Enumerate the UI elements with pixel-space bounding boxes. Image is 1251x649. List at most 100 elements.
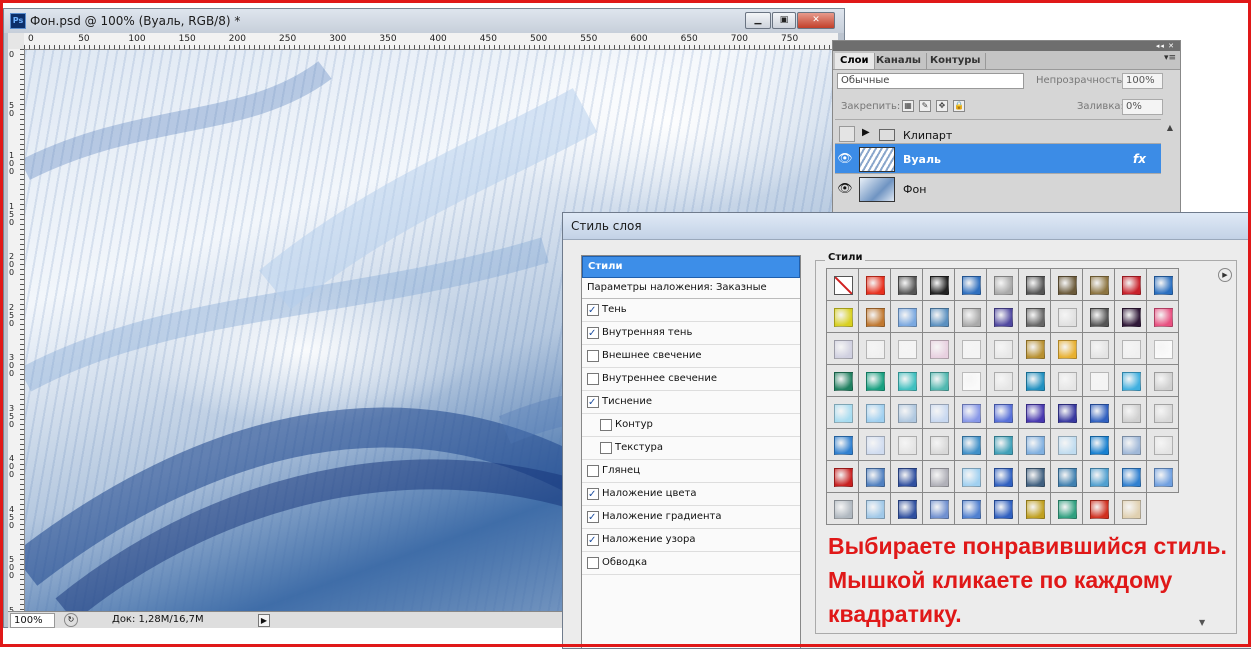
style-swatch[interactable] xyxy=(922,460,955,493)
style-swatch[interactable] xyxy=(1146,332,1179,365)
style-swatch[interactable] xyxy=(954,396,987,429)
style-swatch[interactable] xyxy=(1114,396,1147,429)
style-swatch[interactable] xyxy=(1018,460,1051,493)
style-option[interactable]: Тень xyxy=(582,299,800,322)
style-swatch[interactable] xyxy=(1050,268,1083,301)
layer-row-background[interactable]: 👁 Фон xyxy=(835,173,1161,204)
style-swatch[interactable] xyxy=(1146,364,1179,397)
style-swatch[interactable] xyxy=(922,300,955,333)
style-option[interactable]: Глянец xyxy=(582,460,800,483)
style-option[interactable]: Внешнее свечение xyxy=(582,345,800,368)
style-option[interactable]: Текстура xyxy=(582,437,800,460)
style-swatch[interactable] xyxy=(890,396,923,429)
style-swatch[interactable] xyxy=(1018,492,1051,525)
style-swatch[interactable] xyxy=(890,492,923,525)
style-option-checkbox[interactable] xyxy=(587,484,599,506)
style-swatch[interactable] xyxy=(826,268,859,301)
style-swatch[interactable] xyxy=(986,396,1019,429)
style-option[interactable]: Наложение цвета xyxy=(582,483,800,506)
vertical-ruler[interactable]: 0 5 0 1 0 0 1 5 0 2 0 0 2 5 0 3 0 0 3 5 0 4 0 0 4… xyxy=(8,49,25,614)
style-swatch[interactable] xyxy=(954,268,987,301)
style-swatch[interactable] xyxy=(858,460,891,493)
style-swatch[interactable] xyxy=(1114,492,1147,525)
style-swatch[interactable] xyxy=(986,492,1019,525)
style-swatch[interactable] xyxy=(858,364,891,397)
style-swatch[interactable] xyxy=(1050,300,1083,333)
style-option[interactable]: Внутренняя тень xyxy=(582,322,800,345)
style-swatch[interactable] xyxy=(826,364,859,397)
dialog-title[interactable]: Стиль слоя xyxy=(563,213,1251,240)
style-swatch[interactable] xyxy=(922,428,955,461)
style-swatch[interactable] xyxy=(826,428,859,461)
style-option-checkbox[interactable] xyxy=(587,373,599,385)
style-option[interactable]: Тиснение xyxy=(582,391,800,414)
style-swatch[interactable] xyxy=(954,332,987,365)
style-option-checkbox[interactable] xyxy=(587,350,599,362)
style-swatch[interactable] xyxy=(986,428,1019,461)
style-option[interactable]: Внутреннее свечение xyxy=(582,368,800,391)
style-swatch[interactable] xyxy=(954,428,987,461)
style-swatch[interactable] xyxy=(954,460,987,493)
style-swatch[interactable] xyxy=(1114,332,1147,365)
style-swatch[interactable] xyxy=(826,492,859,525)
style-swatch[interactable] xyxy=(922,268,955,301)
style-swatch[interactable] xyxy=(890,268,923,301)
style-swatch[interactable] xyxy=(1018,428,1051,461)
style-swatch[interactable] xyxy=(1018,396,1051,429)
style-option-checkbox[interactable] xyxy=(587,530,599,552)
style-option[interactable]: Наложение узора xyxy=(582,529,800,552)
style-swatch[interactable] xyxy=(1082,300,1115,333)
lock-transparency-icon[interactable]: ▦ xyxy=(902,100,914,112)
style-swatch[interactable] xyxy=(858,396,891,429)
style-swatch[interactable] xyxy=(922,332,955,365)
fill-field[interactable]: 0% xyxy=(1122,99,1163,115)
style-swatch[interactable] xyxy=(986,460,1019,493)
style-swatch[interactable] xyxy=(890,300,923,333)
style-option-checkbox[interactable] xyxy=(587,392,599,414)
ruler-corner[interactable] xyxy=(8,33,25,50)
style-swatch[interactable] xyxy=(1146,300,1179,333)
style-swatch[interactable] xyxy=(1082,268,1115,301)
lock-position-icon[interactable]: ✥ xyxy=(936,100,948,112)
style-swatch[interactable] xyxy=(826,300,859,333)
style-swatch[interactable] xyxy=(1050,332,1083,365)
style-swatch[interactable] xyxy=(858,492,891,525)
style-swatch[interactable] xyxy=(922,492,955,525)
style-swatch[interactable] xyxy=(1146,396,1179,429)
style-swatch[interactable] xyxy=(858,428,891,461)
style-swatch[interactable] xyxy=(1018,364,1051,397)
style-swatch[interactable] xyxy=(954,300,987,333)
style-swatch[interactable] xyxy=(1114,428,1147,461)
style-swatch[interactable] xyxy=(890,460,923,493)
style-swatch[interactable] xyxy=(986,364,1019,397)
style-option-checkbox[interactable] xyxy=(587,507,599,529)
style-swatch[interactable] xyxy=(986,268,1019,301)
lock-all-icon[interactable]: 🔒 xyxy=(953,100,965,112)
style-swatch[interactable] xyxy=(1018,300,1051,333)
panel-collapse-bar[interactable]: ◂◂ ✕ xyxy=(833,41,1180,51)
visibility-toggle[interactable] xyxy=(839,126,855,142)
style-option-checkbox[interactable] xyxy=(587,300,599,322)
style-swatch[interactable] xyxy=(1114,300,1147,333)
style-swatch[interactable] xyxy=(1082,364,1115,397)
blend-mode-select[interactable]: Обычные xyxy=(837,73,1024,89)
style-swatch[interactable] xyxy=(1082,492,1115,525)
opacity-field[interactable]: 100% xyxy=(1122,73,1163,89)
style-swatch[interactable] xyxy=(1146,428,1179,461)
style-swatch[interactable] xyxy=(1082,460,1115,493)
style-option-checkbox[interactable] xyxy=(600,419,612,431)
style-option[interactable]: Наложение градиента xyxy=(582,506,800,529)
style-swatch[interactable] xyxy=(1050,460,1083,493)
style-swatch[interactable] xyxy=(1146,460,1179,493)
zoom-refresh-icon[interactable]: ↻ xyxy=(64,613,78,627)
style-swatch[interactable] xyxy=(858,268,891,301)
style-swatch[interactable] xyxy=(858,332,891,365)
style-swatch[interactable] xyxy=(858,300,891,333)
style-option-checkbox[interactable] xyxy=(587,557,599,569)
fx-icon[interactable]: fx xyxy=(1133,152,1146,166)
style-swatch[interactable] xyxy=(954,364,987,397)
document-title-bar[interactable]: Ps Фон.psd @ 100% (Вуаль, RGB/8) * ▁ ▣ ✕ xyxy=(4,9,844,33)
tab-layers[interactable]: Слои xyxy=(835,53,875,69)
minimize-button[interactable]: ▁ xyxy=(745,12,771,29)
lock-image-icon[interactable]: ✎ xyxy=(919,100,931,112)
